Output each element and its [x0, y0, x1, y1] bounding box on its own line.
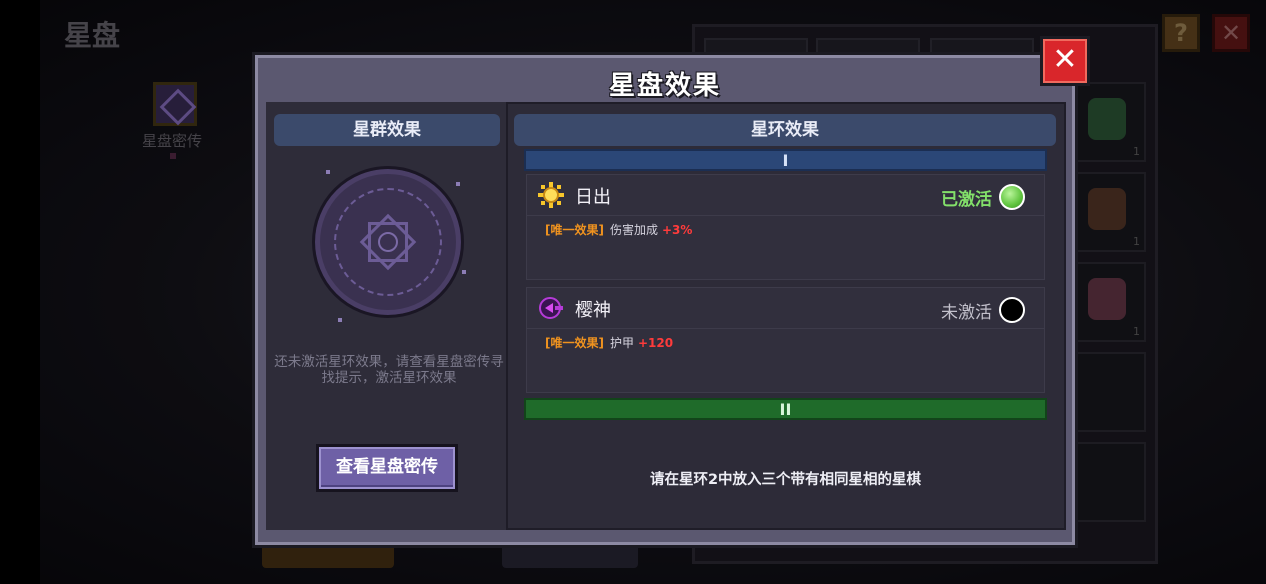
star-ring-effects-header: 星环效果: [514, 114, 1056, 146]
sun-icon: [538, 182, 564, 208]
effect-description: [唯一效果] 伤害加成 +3%: [545, 221, 692, 238]
effect-bonus: +3%: [662, 223, 693, 237]
status-orb-active-icon: [999, 184, 1025, 210]
dialog-title: 星盘效果: [608, 71, 721, 101]
sparkle-icon: [338, 318, 342, 322]
effect-card-sakura-god: 樱神 未激活 [唯一效果] 护甲 +120: [526, 287, 1045, 393]
card-divider: [527, 215, 1044, 216]
effect-stat: 护甲: [609, 336, 634, 350]
unique-effect-tag: [唯一效果]: [545, 223, 604, 237]
effect-name: 樱神: [575, 300, 611, 321]
view-star-chart-lore-button[interactable]: 查看星盘密传: [316, 444, 458, 492]
sakura-spirit-icon: [539, 297, 563, 319]
card-divider: [527, 328, 1044, 329]
effect-name: 日出: [575, 187, 611, 208]
star-chart-core: [378, 232, 398, 252]
unique-effect-tag: [唯一效果]: [545, 336, 604, 350]
sparkle-icon: [462, 270, 466, 274]
sparkle-icon: [326, 170, 330, 174]
effect-card-sunrise: 日出 已激活 [唯一效果] 伤害加成 +3%: [526, 174, 1045, 280]
close-button[interactable]: ✕: [1040, 36, 1090, 86]
ring-2-bar: II: [524, 398, 1047, 420]
effect-description: [唯一效果] 护甲 +120: [545, 334, 673, 351]
left-black-bar: [0, 0, 40, 584]
status-orb-inactive-icon: [999, 297, 1025, 323]
sparkle-icon: [456, 182, 460, 186]
effect-bonus: +120: [638, 336, 674, 350]
ring-1-bar: I: [524, 149, 1047, 171]
constellation-effects-header: 星群效果: [274, 114, 500, 146]
constellation-hint-text: 还未激活星环效果，请查看星盘密传寻找提示，激活星环效果: [274, 354, 504, 386]
ring-2-instruction: 请在星环2中放入三个带有相同星相的星棋: [649, 472, 922, 488]
effect-stat: 伤害加成: [609, 223, 658, 237]
effect-status: 已激活: [941, 190, 992, 210]
effect-status: 未激活: [941, 303, 992, 323]
